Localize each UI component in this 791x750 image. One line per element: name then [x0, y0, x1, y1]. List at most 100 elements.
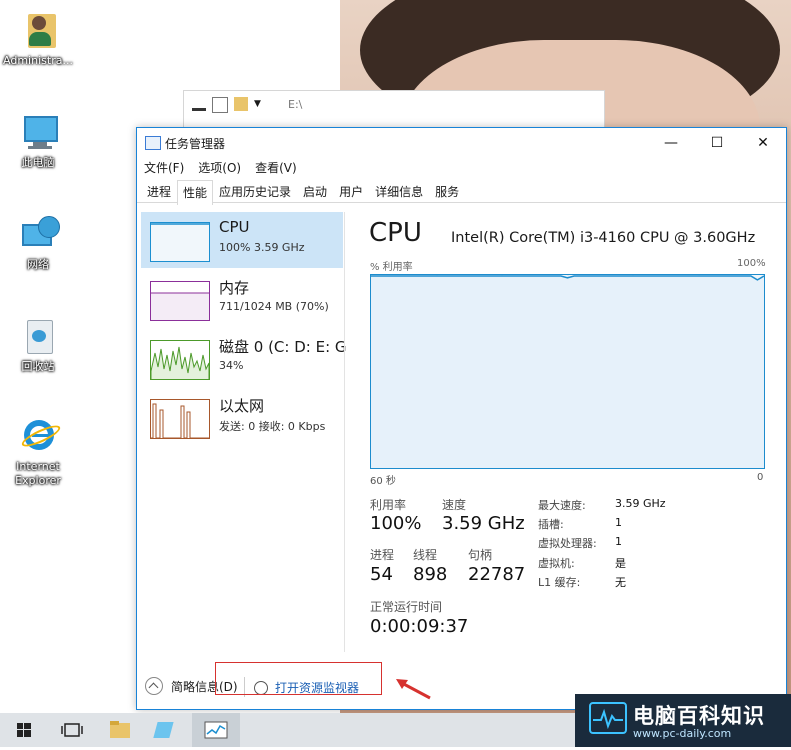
tab-details[interactable]: 详细信息 [369, 179, 429, 202]
watermark-title: 电脑百科知识 [633, 704, 765, 728]
desktop-icon-label: 网络 [27, 258, 49, 271]
tab-startup[interactable]: 启动 [297, 179, 333, 202]
cpu-utilization-graph [370, 274, 765, 469]
resource-sub: 34% [219, 359, 244, 372]
address-path[interactable]: E:\ [288, 98, 302, 111]
chevron-up-icon [145, 677, 163, 695]
pulse-logo-icon [589, 702, 627, 734]
menu-bar: 文件(F) 选项(O) 查看(V) [137, 158, 304, 178]
tab-bar: 进程 性能 应用历史记录 启动 用户 详细信息 服务 [137, 179, 786, 205]
desktop-icon-network[interactable]: 网络 [0, 214, 76, 272]
desktop-icon-recycle-bin[interactable]: 回收站 [0, 316, 76, 374]
task-manager-taskbar-icon[interactable] [192, 713, 240, 747]
graph-y-label: % 利用率 [370, 262, 413, 273]
recycle-bin-icon [18, 316, 58, 356]
processes-value: 54 [370, 564, 393, 585]
speed-value: 3.59 GHz [442, 513, 525, 534]
spec-label-sockets: 插槽: [538, 518, 564, 531]
close-button[interactable]: ✕ [740, 128, 786, 158]
cpu-utilization-area [371, 276, 764, 468]
spec-value-l1-cache: 无 [615, 576, 626, 589]
edge-taskbar-icon[interactable] [144, 713, 192, 747]
uptime-label: 正常运行时间 [370, 600, 443, 614]
highlight-box [215, 662, 382, 695]
maximize-button[interactable]: ☐ [694, 128, 740, 158]
handles-value: 22787 [468, 564, 526, 585]
resource-list: CPU 100% 3.59 GHz 内存 711/1024 MB (70%) 磁… [141, 212, 347, 652]
threads-value: 898 [413, 564, 448, 585]
cpu-model: Intel(R) Core(TM) i3-4160 CPU @ 3.60GHz [451, 230, 756, 246]
minimize-button[interactable]: — [648, 128, 694, 158]
spec-value-sockets: 1 [615, 516, 622, 529]
desktop-icon-label: Internet Explorer [15, 460, 61, 487]
desktop-icon-this-pc[interactable]: 此电脑 [0, 112, 76, 170]
speed-label: 速度 [442, 498, 467, 512]
ethernet-mini-graph [150, 399, 210, 439]
spec-value-virtual-processors: 1 [615, 535, 622, 548]
resource-sub: 100% 3.59 GHz [219, 241, 305, 254]
disk-mini-graph [150, 340, 210, 380]
tab-performance[interactable]: 性能 [177, 180, 214, 205]
utilization-label: 利用率 [370, 498, 407, 512]
tab-processes[interactable]: 进程 [141, 179, 177, 202]
handles-label: 句柄 [468, 548, 493, 562]
task-manager-window: 任务管理器 — ☐ ✕ 文件(F) 选项(O) 查看(V) 进程 性能 应用历史… [136, 127, 787, 710]
desktop-icon-label: Administra... [3, 54, 73, 67]
detail-title: CPU [369, 218, 422, 248]
tab-app-history[interactable]: 应用历史记录 [213, 179, 297, 202]
resource-item-ethernet[interactable]: 以太网 发送: 0 接收: 0 Kbps [141, 389, 343, 445]
start-button[interactable] [0, 713, 48, 747]
title-bar[interactable]: 任务管理器 — ☐ ✕ [137, 128, 786, 158]
spec-value-max-speed: 3.59 GHz [615, 497, 666, 510]
folder-icon[interactable] [234, 97, 248, 111]
quick-access-toolbar: ▼ [192, 97, 268, 113]
graph-x-left: 60 秒 [370, 476, 396, 487]
resource-name: CPU [219, 218, 250, 236]
utilization-value: 100% [370, 513, 422, 534]
processes-label: 进程 [370, 548, 395, 562]
cpu-graph-svg [371, 275, 765, 468]
spec-value-virtual-machine: 是 [615, 557, 626, 570]
graph-x-right: 0 [757, 472, 764, 483]
menu-view[interactable]: 查看(V) [248, 158, 304, 178]
desktop-icon-internet-explorer[interactable]: Internet Explorer [0, 416, 76, 488]
menu-file[interactable]: 文件(F) [137, 158, 191, 178]
resource-name: 内存 [219, 279, 250, 297]
checkbox-icon[interactable] [212, 97, 228, 113]
uptime-value: 0:00:09:37 [370, 616, 469, 637]
desktop-icon-label: 此电脑 [21, 156, 55, 169]
resource-sub: 711/1024 MB (70%) [219, 300, 329, 313]
resource-item-cpu[interactable]: CPU 100% 3.59 GHz [141, 212, 343, 268]
file-explorer-taskbar-icon[interactable] [96, 713, 144, 747]
file-explorer-window[interactable]: ▼ E:\ [183, 90, 605, 132]
menu-options[interactable]: 选项(O) [191, 158, 248, 178]
dropdown-icon[interactable]: ▼ [254, 97, 268, 111]
threads-label: 线程 [413, 548, 438, 562]
computer-icon [18, 112, 58, 152]
resource-name: 以太网 [219, 397, 265, 415]
watermark-url: www.pc-daily.com [633, 727, 732, 740]
cpu-mini-graph [150, 222, 210, 262]
task-manager-icon [145, 136, 161, 150]
panel-divider [344, 212, 345, 652]
network-icon [18, 214, 60, 254]
resource-name: 磁盘 0 (C: D: E: G [219, 338, 347, 356]
resource-item-disk[interactable]: 磁盘 0 (C: D: E: G 34% [141, 330, 347, 386]
tab-users[interactable]: 用户 [333, 179, 369, 202]
window-title: 任务管理器 [165, 137, 226, 151]
task-view-button[interactable] [48, 713, 96, 747]
graph-y-max: 100% [737, 258, 766, 269]
memory-mini-graph [150, 281, 210, 321]
desktop-icon-user[interactable]: Administra... [0, 10, 76, 68]
desktop-icon-label: 回收站 [21, 360, 55, 373]
tab-services[interactable]: 服务 [429, 179, 465, 202]
spec-label-virtual-machine: 虚拟机: [538, 557, 575, 570]
internet-explorer-icon [18, 416, 63, 456]
spec-label-l1-cache: L1 缓存: [538, 576, 581, 589]
spec-label-max-speed: 最大速度: [538, 499, 586, 512]
drive-icon[interactable] [192, 102, 206, 111]
resource-item-memory[interactable]: 内存 711/1024 MB (70%) [141, 271, 343, 327]
user-folder-icon [18, 10, 58, 50]
resource-sub: 发送: 0 接收: 0 Kbps [219, 420, 326, 433]
annotation-arrow-icon [396, 679, 431, 700]
